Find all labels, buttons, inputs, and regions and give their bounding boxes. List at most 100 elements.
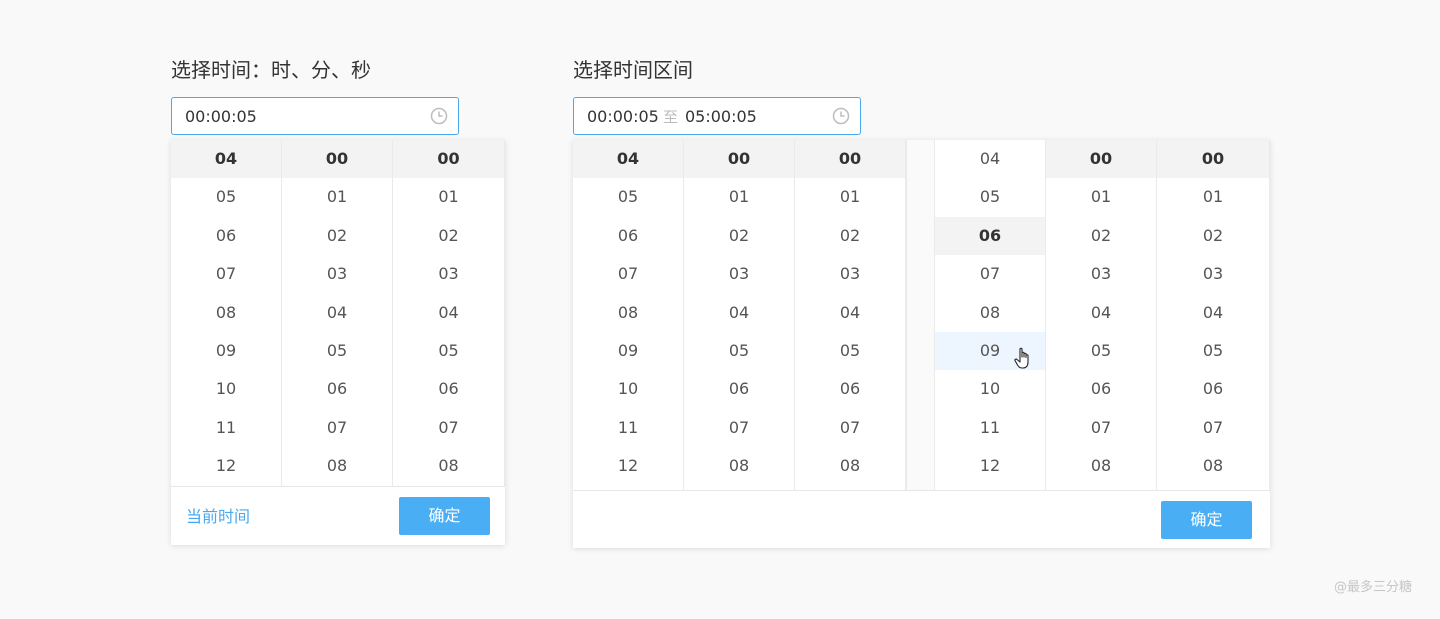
time-panel: 04 05 06 07 08 09 10 11 12 00 01 02 03 04 05 06 07 08 00… xyxy=(171,140,505,545)
section-title: 选择时间：时、分、秒 xyxy=(171,58,371,82)
time-option[interactable]: 00 xyxy=(795,140,905,179)
time-option[interactable]: 05 xyxy=(573,178,683,216)
time-option[interactable]: 04 xyxy=(282,294,392,332)
time-option[interactable]: 11 xyxy=(935,409,1045,447)
time-option[interactable]: 03 xyxy=(1157,255,1269,293)
time-option[interactable]: 03 xyxy=(282,255,392,293)
time-option[interactable]: 03 xyxy=(393,255,504,293)
time-option[interactable]: 10 xyxy=(573,370,683,408)
time-option[interactable]: 01 xyxy=(795,178,905,216)
time-option[interactable]: 04 xyxy=(795,294,905,332)
time-option[interactable]: 12 xyxy=(573,447,683,485)
time-option[interactable]: 11 xyxy=(171,409,281,447)
time-option[interactable]: 01 xyxy=(393,178,504,216)
time-option[interactable]: 01 xyxy=(1157,178,1269,216)
time-option[interactable]: 07 xyxy=(795,409,905,447)
time-option[interactable]: 08 xyxy=(684,447,794,485)
time-option[interactable]: 00 xyxy=(282,140,392,179)
time-option[interactable]: 07 xyxy=(1157,409,1269,447)
time-option[interactable]: 03 xyxy=(1046,255,1156,293)
start-hour-column[interactable]: 04 05 06 07 08 09 10 11 12 xyxy=(573,140,684,490)
time-option[interactable]: 06 xyxy=(1157,370,1269,408)
range-time-picker: 选择时间区间 00:00:05 至 05:00:05 04 05 06 07 08 09 1… xyxy=(573,56,1270,556)
time-option[interactable]: 08 xyxy=(1046,447,1156,485)
time-option[interactable]: 03 xyxy=(684,255,794,293)
end-minute-column[interactable]: 00 01 02 03 04 05 06 07 08 xyxy=(1046,140,1157,490)
time-option[interactable]: 04 xyxy=(935,140,1045,178)
time-option[interactable]: 12 xyxy=(171,447,281,485)
time-option[interactable]: 08 xyxy=(282,447,392,485)
time-option[interactable]: 01 xyxy=(684,178,794,216)
time-option[interactable]: 06 xyxy=(795,370,905,408)
time-range-input[interactable]: 00:00:05 至 05:00:05 xyxy=(573,97,861,135)
time-option[interactable]: 05 xyxy=(282,332,392,370)
time-option[interactable]: 02 xyxy=(1157,217,1269,255)
time-option[interactable]: 05 xyxy=(1046,332,1156,370)
time-option[interactable]: 00 xyxy=(1157,140,1269,179)
confirm-button[interactable]: 确定 xyxy=(399,497,490,535)
time-option[interactable]: 04 xyxy=(573,140,683,179)
time-option[interactable]: 05 xyxy=(1157,332,1269,370)
time-option[interactable]: 05 xyxy=(171,178,281,216)
time-option[interactable]: 07 xyxy=(171,255,281,293)
time-option[interactable]: 02 xyxy=(282,217,392,255)
time-option[interactable]: 04 xyxy=(393,294,504,332)
clock-icon[interactable] xyxy=(832,107,850,125)
time-option[interactable]: 04 xyxy=(1046,294,1156,332)
time-option[interactable]: 05 xyxy=(393,332,504,370)
time-option[interactable]: 06 xyxy=(393,370,504,408)
time-option[interactable]: 07 xyxy=(282,409,392,447)
time-option[interactable]: 05 xyxy=(935,178,1045,216)
time-option[interactable]: 01 xyxy=(282,178,392,216)
time-option[interactable]: 07 xyxy=(935,255,1045,293)
time-option[interactable]: 10 xyxy=(935,370,1045,408)
time-option[interactable]: 06 xyxy=(573,217,683,255)
time-option[interactable]: 10 xyxy=(171,370,281,408)
time-option[interactable]: 08 xyxy=(795,447,905,485)
time-option[interactable]: 07 xyxy=(1046,409,1156,447)
time-option[interactable]: 04 xyxy=(1157,294,1269,332)
end-hour-column[interactable]: 04 05 06 07 08 09 10 11 12 xyxy=(935,140,1046,490)
range-divider xyxy=(906,140,935,490)
time-option[interactable]: 05 xyxy=(684,332,794,370)
time-option[interactable]: 06 xyxy=(282,370,392,408)
time-option[interactable]: 09 xyxy=(171,332,281,370)
minute-column[interactable]: 00 01 02 03 04 05 06 07 08 xyxy=(282,140,393,486)
time-option[interactable]: 06 xyxy=(1046,370,1156,408)
time-option[interactable]: 06 xyxy=(171,217,281,255)
time-option[interactable]: 12 xyxy=(935,447,1045,485)
time-option[interactable]: 11 xyxy=(573,409,683,447)
time-option[interactable]: 04 xyxy=(684,294,794,332)
time-option[interactable]: 08 xyxy=(1157,447,1269,485)
time-option[interactable]: 01 xyxy=(1046,178,1156,216)
time-option[interactable]: 00 xyxy=(393,140,504,179)
time-option[interactable]: 04 xyxy=(171,140,281,179)
time-option[interactable]: 07 xyxy=(684,409,794,447)
time-option[interactable]: 07 xyxy=(393,409,504,447)
time-option[interactable]: 06 xyxy=(935,216,1045,256)
time-option[interactable]: 02 xyxy=(795,217,905,255)
now-link[interactable]: 当前时间 xyxy=(186,507,250,527)
time-option[interactable]: 02 xyxy=(684,217,794,255)
start-minute-column[interactable]: 00 01 02 03 04 05 06 07 08 xyxy=(684,140,795,490)
time-option[interactable]: 02 xyxy=(393,217,504,255)
hour-column[interactable]: 04 05 06 07 08 09 10 11 12 xyxy=(171,140,282,486)
confirm-button[interactable]: 确定 xyxy=(1161,501,1252,539)
time-option[interactable]: 08 xyxy=(171,294,281,332)
start-second-column[interactable]: 00 01 02 03 04 05 06 07 08 xyxy=(795,140,906,490)
time-option[interactable]: 08 xyxy=(393,447,504,485)
clock-icon[interactable] xyxy=(430,107,448,125)
time-option[interactable]: 02 xyxy=(1046,217,1156,255)
time-option[interactable]: 09 xyxy=(573,332,683,370)
second-column[interactable]: 00 01 02 03 04 05 06 07 08 xyxy=(393,140,505,486)
time-option[interactable]: 00 xyxy=(1046,140,1156,179)
time-option[interactable]: 00 xyxy=(684,140,794,179)
time-option[interactable]: 08 xyxy=(935,294,1045,332)
time-input[interactable]: 00:00:05 xyxy=(171,97,459,135)
time-option[interactable]: 03 xyxy=(795,255,905,293)
end-second-column[interactable]: 00 01 02 03 04 05 06 07 08 xyxy=(1157,140,1270,490)
time-option[interactable]: 07 xyxy=(573,255,683,293)
time-option[interactable]: 06 xyxy=(684,370,794,408)
time-option[interactable]: 05 xyxy=(795,332,905,370)
time-option[interactable]: 08 xyxy=(573,294,683,332)
